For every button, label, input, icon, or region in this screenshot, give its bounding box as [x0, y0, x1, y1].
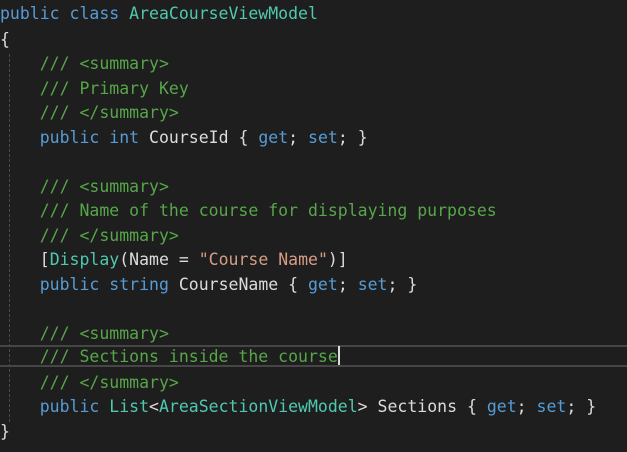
- doc-comment: /// </summary>: [39, 103, 179, 122]
- close-brace: }: [0, 422, 10, 441]
- keyword-public: public: [39, 274, 100, 294]
- type-name: AreaSectionViewModel: [158, 397, 358, 416]
- doc-comment: /// </summary>: [39, 225, 179, 245]
- doc-comment: /// </summary>: [39, 372, 179, 392]
- code-line-display-attribute: [Display(Name = "Course Name")]: [39, 250, 348, 269]
- doc-comment: /// <summary>: [39, 176, 169, 196]
- code-line-summary-close: /// </summary>: [0, 224, 179, 249]
- text-cursor: [337, 346, 340, 365]
- class-name: AreaCourseViewModel: [129, 4, 318, 23]
- doc-comment: /// Sections inside the course: [39, 347, 338, 366]
- code-line-summary-open: /// <summary>: [0, 322, 169, 347]
- accessor-get: get: [308, 274, 338, 294]
- doc-comment: /// <summary>: [39, 323, 169, 343]
- keyword-public: public: [0, 4, 60, 23]
- keyword-public: public: [39, 127, 100, 147]
- code-line-doc-primary-key: /// Primary Key: [0, 77, 189, 102]
- accessor-set: set: [536, 397, 567, 416]
- code-line-summary-open: /// <summary>: [0, 175, 169, 200]
- code-line-course-id: public int CourseId { get; set; }: [39, 127, 368, 147]
- keyword-int: int: [109, 127, 140, 147]
- code-line-summary-open: /// <summary>: [0, 52, 169, 77]
- string-literal: "Course Name": [198, 250, 328, 269]
- attribute-param: Name: [129, 250, 169, 269]
- doc-comment: /// <summary>: [39, 54, 169, 73]
- code-line-summary-close: /// </summary>: [0, 371, 179, 396]
- accessor-get: get: [258, 127, 289, 147]
- type-name: List: [109, 397, 150, 416]
- keyword-string: string: [109, 274, 169, 294]
- keyword-class: class: [69, 4, 120, 23]
- code-line-doc-course-name: /// Name of the course for displaying pu…: [0, 199, 497, 224]
- doc-comment: /// Primary Key: [39, 78, 189, 98]
- open-brace: {: [0, 30, 10, 49]
- code-line-doc-sections: /// Sections inside the course: [0, 345, 340, 370]
- accessor-set: set: [357, 274, 388, 294]
- code-line-open-brace: {: [0, 28, 10, 53]
- attribute-name: Display: [49, 250, 120, 269]
- property-name: CourseId: [149, 127, 229, 147]
- keyword-public: public: [39, 397, 100, 416]
- code-line-summary-close: /// </summary>: [0, 101, 179, 126]
- code-line-class-declaration: public class AreaCourseViewModel: [0, 2, 318, 27]
- property-name: Sections: [377, 397, 458, 416]
- property-name: CourseName: [178, 274, 279, 294]
- accessor-set: set: [308, 127, 338, 147]
- accessor-get: get: [486, 397, 517, 416]
- doc-comment: /// Name of the course for displaying pu…: [39, 201, 497, 220]
- code-line-close-brace: }: [0, 420, 10, 445]
- code-line-course-name: public string CourseName { get; set; }: [39, 274, 418, 294]
- code-editor[interactable]: public class AreaCourseViewModel { /// <…: [0, 0, 627, 452]
- code-line-sections: public List<AreaSectionViewModel> Sectio…: [39, 397, 597, 416]
